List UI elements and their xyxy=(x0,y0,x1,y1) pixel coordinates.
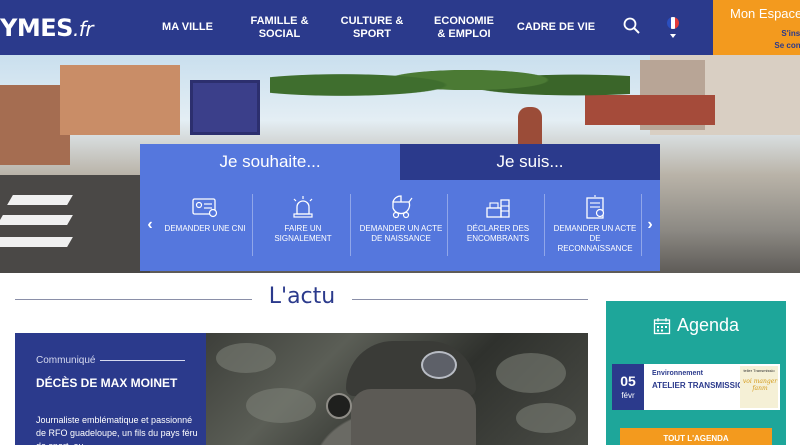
account-panel[interactable]: Mon Espace S'inscri Se conne xyxy=(713,0,800,55)
news-category: Communiqué xyxy=(36,355,96,366)
flag-fr-icon[interactable] xyxy=(667,17,679,29)
service-demander-cni[interactable]: DEMANDER UNE CNI xyxy=(156,180,254,271)
calendar-icon xyxy=(653,317,671,334)
news-excerpt: Journaliste emblématique et passionné de… xyxy=(36,415,198,445)
hero-building xyxy=(60,65,180,135)
photo-foliage xyxy=(246,388,316,423)
alert-light-icon xyxy=(293,196,313,218)
event-category: Environnement xyxy=(652,370,703,377)
divider xyxy=(641,194,642,256)
tab-je-souhaite[interactable]: Je souhaite... xyxy=(140,144,400,180)
account-signup-link[interactable]: S'inscri xyxy=(774,28,800,40)
divider xyxy=(252,194,253,256)
account-links: S'inscri Se conne xyxy=(774,28,800,52)
nav-ma-ville[interactable]: MA VILLE xyxy=(150,0,225,55)
event-day: 05 xyxy=(620,373,636,389)
photo-foliage xyxy=(516,403,576,433)
tab-je-suis[interactable]: Je suis... xyxy=(400,144,660,180)
carousel-next-arrow[interactable]: › xyxy=(642,216,658,236)
baby-carriage-icon xyxy=(392,195,413,219)
divider xyxy=(100,360,185,361)
service-label: DÉCLARER DES ENCOMBRANTS xyxy=(466,224,530,243)
nav-culture-sport[interactable]: CULTURE & SPORT xyxy=(327,0,417,55)
chevron-down-icon[interactable] xyxy=(670,34,676,38)
hero-info-board xyxy=(190,80,260,135)
divider xyxy=(352,299,588,300)
event-thumbnail: telier Transmissio voi manger fanm xyxy=(740,366,778,408)
divider xyxy=(447,194,448,256)
agenda-header: Agenda xyxy=(606,315,786,336)
hero-trees xyxy=(270,55,630,105)
furniture-icon xyxy=(486,199,510,218)
nav-economie-emploi[interactable]: ECONOMIE & EMPLOI xyxy=(430,0,498,55)
search-icon[interactable] xyxy=(622,16,642,36)
photo-cap xyxy=(346,341,476,396)
photo-cap-badge xyxy=(421,351,457,379)
photo-foliage xyxy=(496,353,566,393)
logo-suffix: .fr xyxy=(72,17,94,41)
id-card-icon xyxy=(192,198,218,218)
agenda-title: Agenda xyxy=(676,315,740,335)
event-thumb-caption: telier Transmissio xyxy=(743,368,775,373)
event-title: ATELIER TRANSMISSION xyxy=(652,381,750,390)
site-logo[interactable]: YMES.fr xyxy=(0,14,94,42)
divider xyxy=(350,194,351,256)
service-acte-naissance[interactable]: DEMANDER UN ACTE DE NAISSANCE xyxy=(352,180,450,271)
photo-foliage xyxy=(216,343,276,373)
event-thumb-script: voi manger fanm xyxy=(742,378,778,392)
logo-main: YMES xyxy=(0,14,73,42)
service-acte-reconnaissance[interactable]: DEMANDER UN ACTE DE RECONNAISSANCE xyxy=(546,180,644,271)
news-card[interactable]: Communiqué DÉCÈS DE MAX MOINET Journalis… xyxy=(15,333,206,445)
hero-crosswalk xyxy=(7,195,73,205)
service-label: DEMANDER UN ACTE DE NAISSANCE xyxy=(359,224,443,243)
services-carousel: ‹ › DEMANDER UNE CNI FAIRE UN SIGNALEMEN… xyxy=(140,180,660,271)
agenda-widget: Agenda 05 févr Environnement ATELIER TRA… xyxy=(606,301,786,445)
account-login-link[interactable]: Se conne xyxy=(774,40,800,52)
hero-person xyxy=(518,107,542,149)
agenda-event[interactable]: 05 févr Environnement ATELIER TRANSMISSI… xyxy=(612,364,780,410)
photo-face xyxy=(351,389,476,445)
divider xyxy=(544,194,545,256)
service-declarer-encombrants[interactable]: DÉCLARER DES ENCOMBRANTS xyxy=(449,180,547,271)
event-date: 05 févr xyxy=(612,364,644,410)
account-title: Mon Espace xyxy=(730,6,800,21)
service-faire-signalement[interactable]: FAIRE UN SIGNALEMENT xyxy=(254,180,352,271)
nav-cadre-de-vie[interactable]: CADRE DE VIE xyxy=(512,0,600,55)
event-month: févr xyxy=(621,391,635,400)
news-headline[interactable]: DÉCÈS DE MAX MOINET xyxy=(36,376,196,390)
news-photo[interactable] xyxy=(206,333,588,445)
section-title-actu: L'actu xyxy=(268,284,336,309)
nav-famille-social[interactable]: FAMILLE & SOCIAL xyxy=(232,0,327,55)
hero-crosswalk xyxy=(0,237,73,247)
all-agenda-button[interactable]: TOUT L'AGENDA xyxy=(620,428,772,445)
photo-microphone xyxy=(326,393,352,419)
service-label: DEMANDER UN ACTE DE RECONNAISSANCE xyxy=(553,224,637,253)
certificate-icon xyxy=(586,195,605,219)
divider xyxy=(15,299,252,300)
hero-crosswalk xyxy=(0,215,73,225)
service-label: DEMANDER UNE CNI xyxy=(164,224,246,233)
service-label: FAIRE UN SIGNALEMENT xyxy=(274,224,332,243)
site-header: YMES.fr MA VILLE FAMILLE & SOCIAL CULTUR… xyxy=(0,0,800,55)
